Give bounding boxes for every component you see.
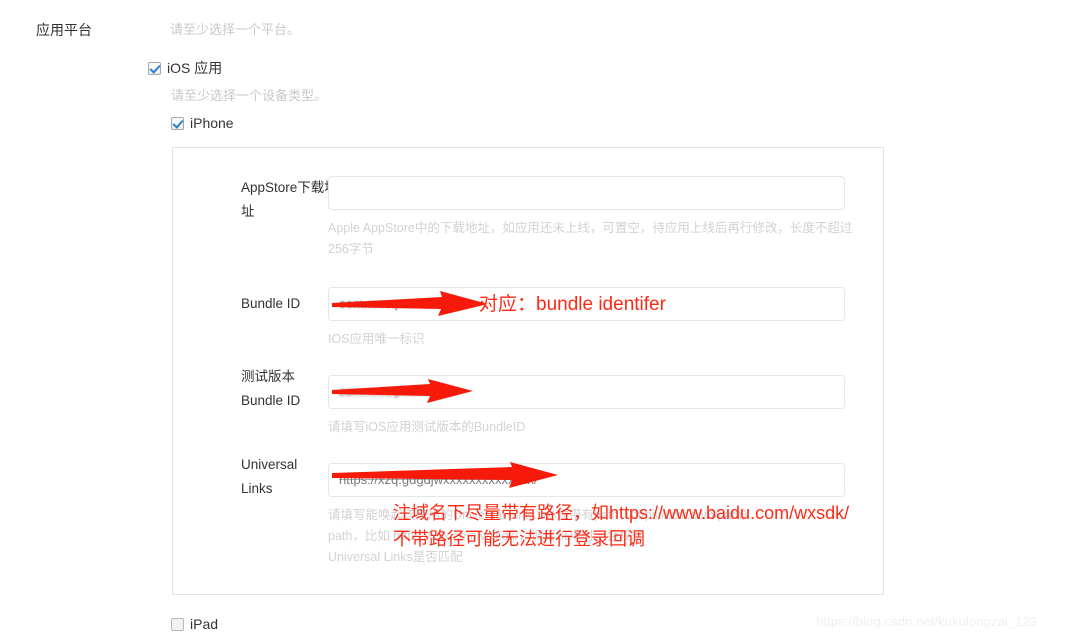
checkbox-row-ios-app[interactable]: iOS 应用 (148, 60, 222, 76)
checkbox-iphone[interactable] (171, 116, 184, 130)
page-title: 应用平台 (36, 22, 92, 38)
input-value-bundle-id: com.xxxxp.xxxxxxxxxx (339, 296, 474, 311)
checkbox-row-ipad[interactable]: iPad (171, 616, 218, 632)
checkbox-label-iphone: iPhone (190, 115, 234, 131)
platform-hint-text: 请至少选择一个平台。 (170, 22, 301, 37)
checkbox-label-ipad: iPad (190, 616, 219, 632)
field-help-universal-links-line2: path，比如 https://xxx.com/wxsdk/，调用SDK时，会校… (328, 529, 645, 543)
device-type-hint-text: 请至少选择一个设备类型。 (171, 88, 328, 103)
checkbox-row-iphone[interactable]: iPhone (171, 115, 234, 131)
checkbox-ios-app[interactable] (148, 61, 161, 75)
checkbox-label-ios-app: iOS 应用 (167, 60, 223, 76)
field-help-appstore-url: Apple AppStore中的下载地址，如应用还未上线，可置空，待应用上线后再… (328, 221, 853, 256)
input-value-test-bundle-id: com.xxxxp.xxxxxxx (339, 384, 453, 399)
iphone-settings-panel: AppStore下载地址 Apple AppStore中的下载地址，如应用还未上… (172, 147, 884, 595)
checkbox-ipad[interactable] (171, 617, 184, 631)
field-help-bundle-id: IOS应用唯一标识 (328, 332, 425, 346)
input-appstore-url[interactable] (328, 176, 845, 210)
input-value-universal-links: https://xzq.gdgdjwxxxxxxxxxxxxxx/ (339, 472, 538, 487)
field-help-universal-links-line1: 请填写能唤起该应用的Universal Link，必须带有path（https:… (328, 508, 755, 522)
field-help-test-bundle-id: 请填写iOS应用测试版本的BundleID (328, 420, 526, 434)
field-help-universal-links-line3: Universal Links是否匹配 (328, 550, 463, 564)
watermark-url: https://blog.csdn.net/kukulongzai_123 (816, 614, 1038, 629)
